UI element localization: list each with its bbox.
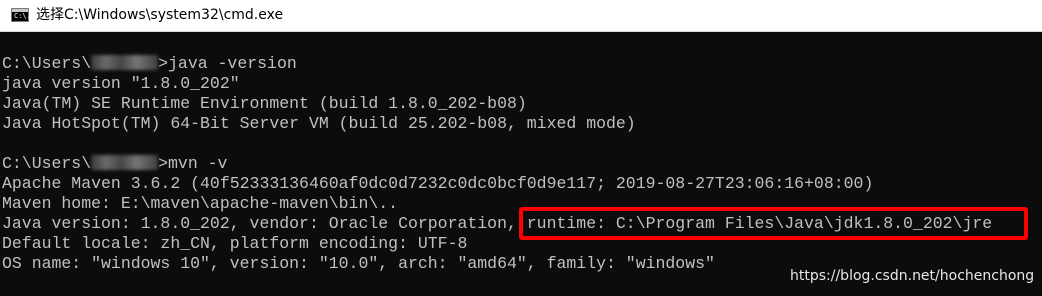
cmd-icon: C:\. [11, 8, 31, 22]
redacted-username [91, 55, 159, 70]
console-line-locale: Default locale: zh_CN, platform encoding… [2, 234, 468, 253]
command-mvn-version: >mvn -v [158, 154, 228, 173]
console-line-java-version: java version "1.8.0_202" [2, 74, 240, 93]
console-line-maven-home: Maven home: E:\maven\apache-maven\bin\.. [2, 194, 399, 213]
console-line-prompt-java: C:\Users\ >java -version [2, 54, 297, 74]
runtime-highlight-box [519, 207, 1028, 240]
command-java-version: >java -version [158, 54, 297, 73]
prompt-path: C:\Users\ [2, 154, 92, 173]
window-title: 选择C:\Windows\system32\cmd.exe [36, 7, 284, 23]
console-line-java-runtime: Java(TM) SE Runtime Environment (build 1… [2, 94, 527, 113]
title-bar[interactable]: C:\. 选择C:\Windows\system32\cmd.exe [0, 0, 1042, 32]
console-line-prompt-mvn: C:\Users\ >mvn -v [2, 154, 227, 174]
console-line-os-name: OS name: "windows 10", version: "10.0", … [2, 254, 715, 273]
watermark-text: https://blog.csdn.net/hochenchong [790, 268, 1035, 284]
console-line-java-hotspot: Java HotSpot(TM) 64-Bit Server VM (build… [2, 114, 636, 133]
console-line-maven-version: Apache Maven 3.6.2 (40f52333136460af0dc0… [2, 174, 874, 193]
console-output[interactable]: C:\Users\ >java -version java version "1.… [0, 34, 1042, 296]
prompt-path: C:\Users\ [2, 54, 92, 73]
cmd-window: C:\. 选择C:\Windows\system32\cmd.exe C:\Us… [0, 0, 1042, 296]
cmd-icon-label: C:\. [14, 12, 31, 20]
redacted-username [91, 155, 159, 170]
